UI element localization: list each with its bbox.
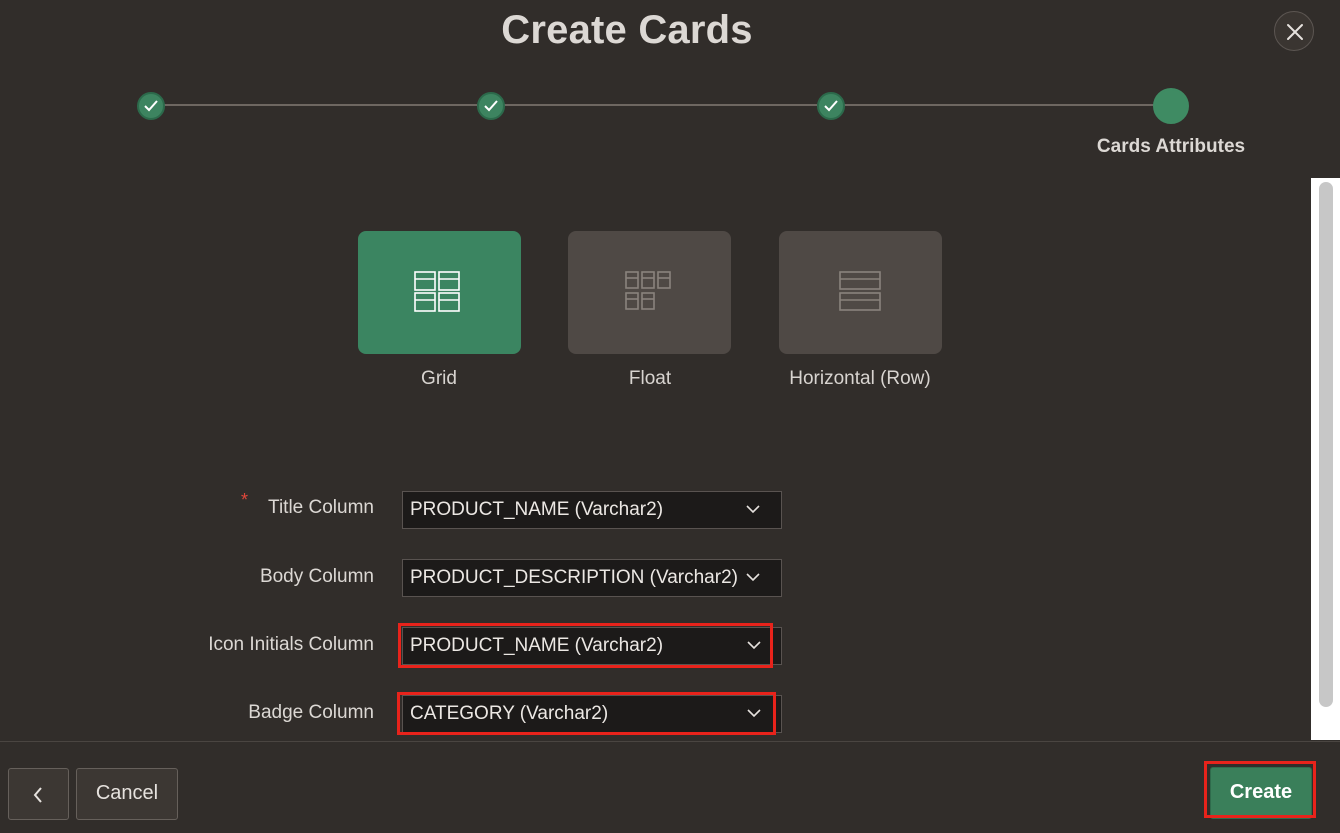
horizontal-row-layout-icon (839, 271, 881, 311)
float-layout-icon (625, 271, 671, 310)
wizard-step-3-complete (817, 92, 845, 120)
wizard-step-2-complete (477, 92, 505, 120)
icon-initials-column-label: Icon Initials Column (208, 634, 374, 655)
layout-option-horizontal-row[interactable] (779, 231, 942, 354)
dialog-title: Create Cards (501, 8, 753, 52)
layout-option-label: Grid (421, 368, 457, 389)
check-icon (824, 100, 838, 112)
body-column-select[interactable]: PRODUCT_DESCRIPTION (Varchar2) (402, 559, 782, 597)
wizard-connector (164, 104, 477, 106)
layout-option-grid[interactable] (358, 231, 521, 354)
wizard-step-1-complete (137, 92, 165, 120)
title-column-label: Title Column (268, 497, 374, 518)
badge-column-select[interactable]: CATEGORY (Varchar2) (402, 695, 782, 733)
chevron-down-icon (746, 505, 760, 514)
wizard-connector (844, 104, 1156, 106)
select-value: CATEGORY (Varchar2) (410, 703, 609, 724)
select-value: PRODUCT_NAME (Varchar2) (410, 635, 664, 656)
check-icon (484, 100, 498, 112)
chevron-down-icon (747, 709, 761, 718)
create-button[interactable]: Create (1210, 767, 1312, 819)
wizard-step-4-current (1153, 88, 1189, 124)
chevron-down-icon (746, 573, 760, 582)
layout-option-label: Horizontal (Row) (789, 368, 931, 389)
check-icon (144, 100, 158, 112)
wizard-current-step-label: Cards Attributes (1096, 136, 1246, 157)
select-value: PRODUCT_NAME (Varchar2) (410, 499, 664, 520)
previous-button[interactable] (8, 768, 69, 820)
close-button[interactable] (1274, 11, 1314, 51)
cancel-button-label: Cancel (95, 782, 159, 804)
create-button-label: Create (1229, 781, 1293, 803)
grid-layout-icon (414, 271, 460, 312)
chevron-left-icon (33, 787, 42, 803)
icon-initials-column-select[interactable]: PRODUCT_NAME (Varchar2) (402, 627, 782, 665)
chevron-down-icon (747, 641, 761, 650)
wizard-connector (504, 104, 817, 106)
scrollbar-thumb[interactable] (1319, 182, 1333, 707)
badge-column-label: Badge Column (248, 702, 374, 723)
layout-option-float[interactable] (568, 231, 731, 354)
body-column-label: Body Column (259, 566, 374, 587)
close-icon (1287, 24, 1303, 40)
select-value: PRODUCT_DESCRIPTION (Varchar2) (410, 567, 738, 588)
layout-option-label: Float (628, 368, 672, 389)
cancel-button[interactable]: Cancel (76, 768, 178, 820)
title-column-select[interactable]: PRODUCT_NAME (Varchar2) (402, 491, 782, 529)
footer-divider (0, 741, 1340, 742)
